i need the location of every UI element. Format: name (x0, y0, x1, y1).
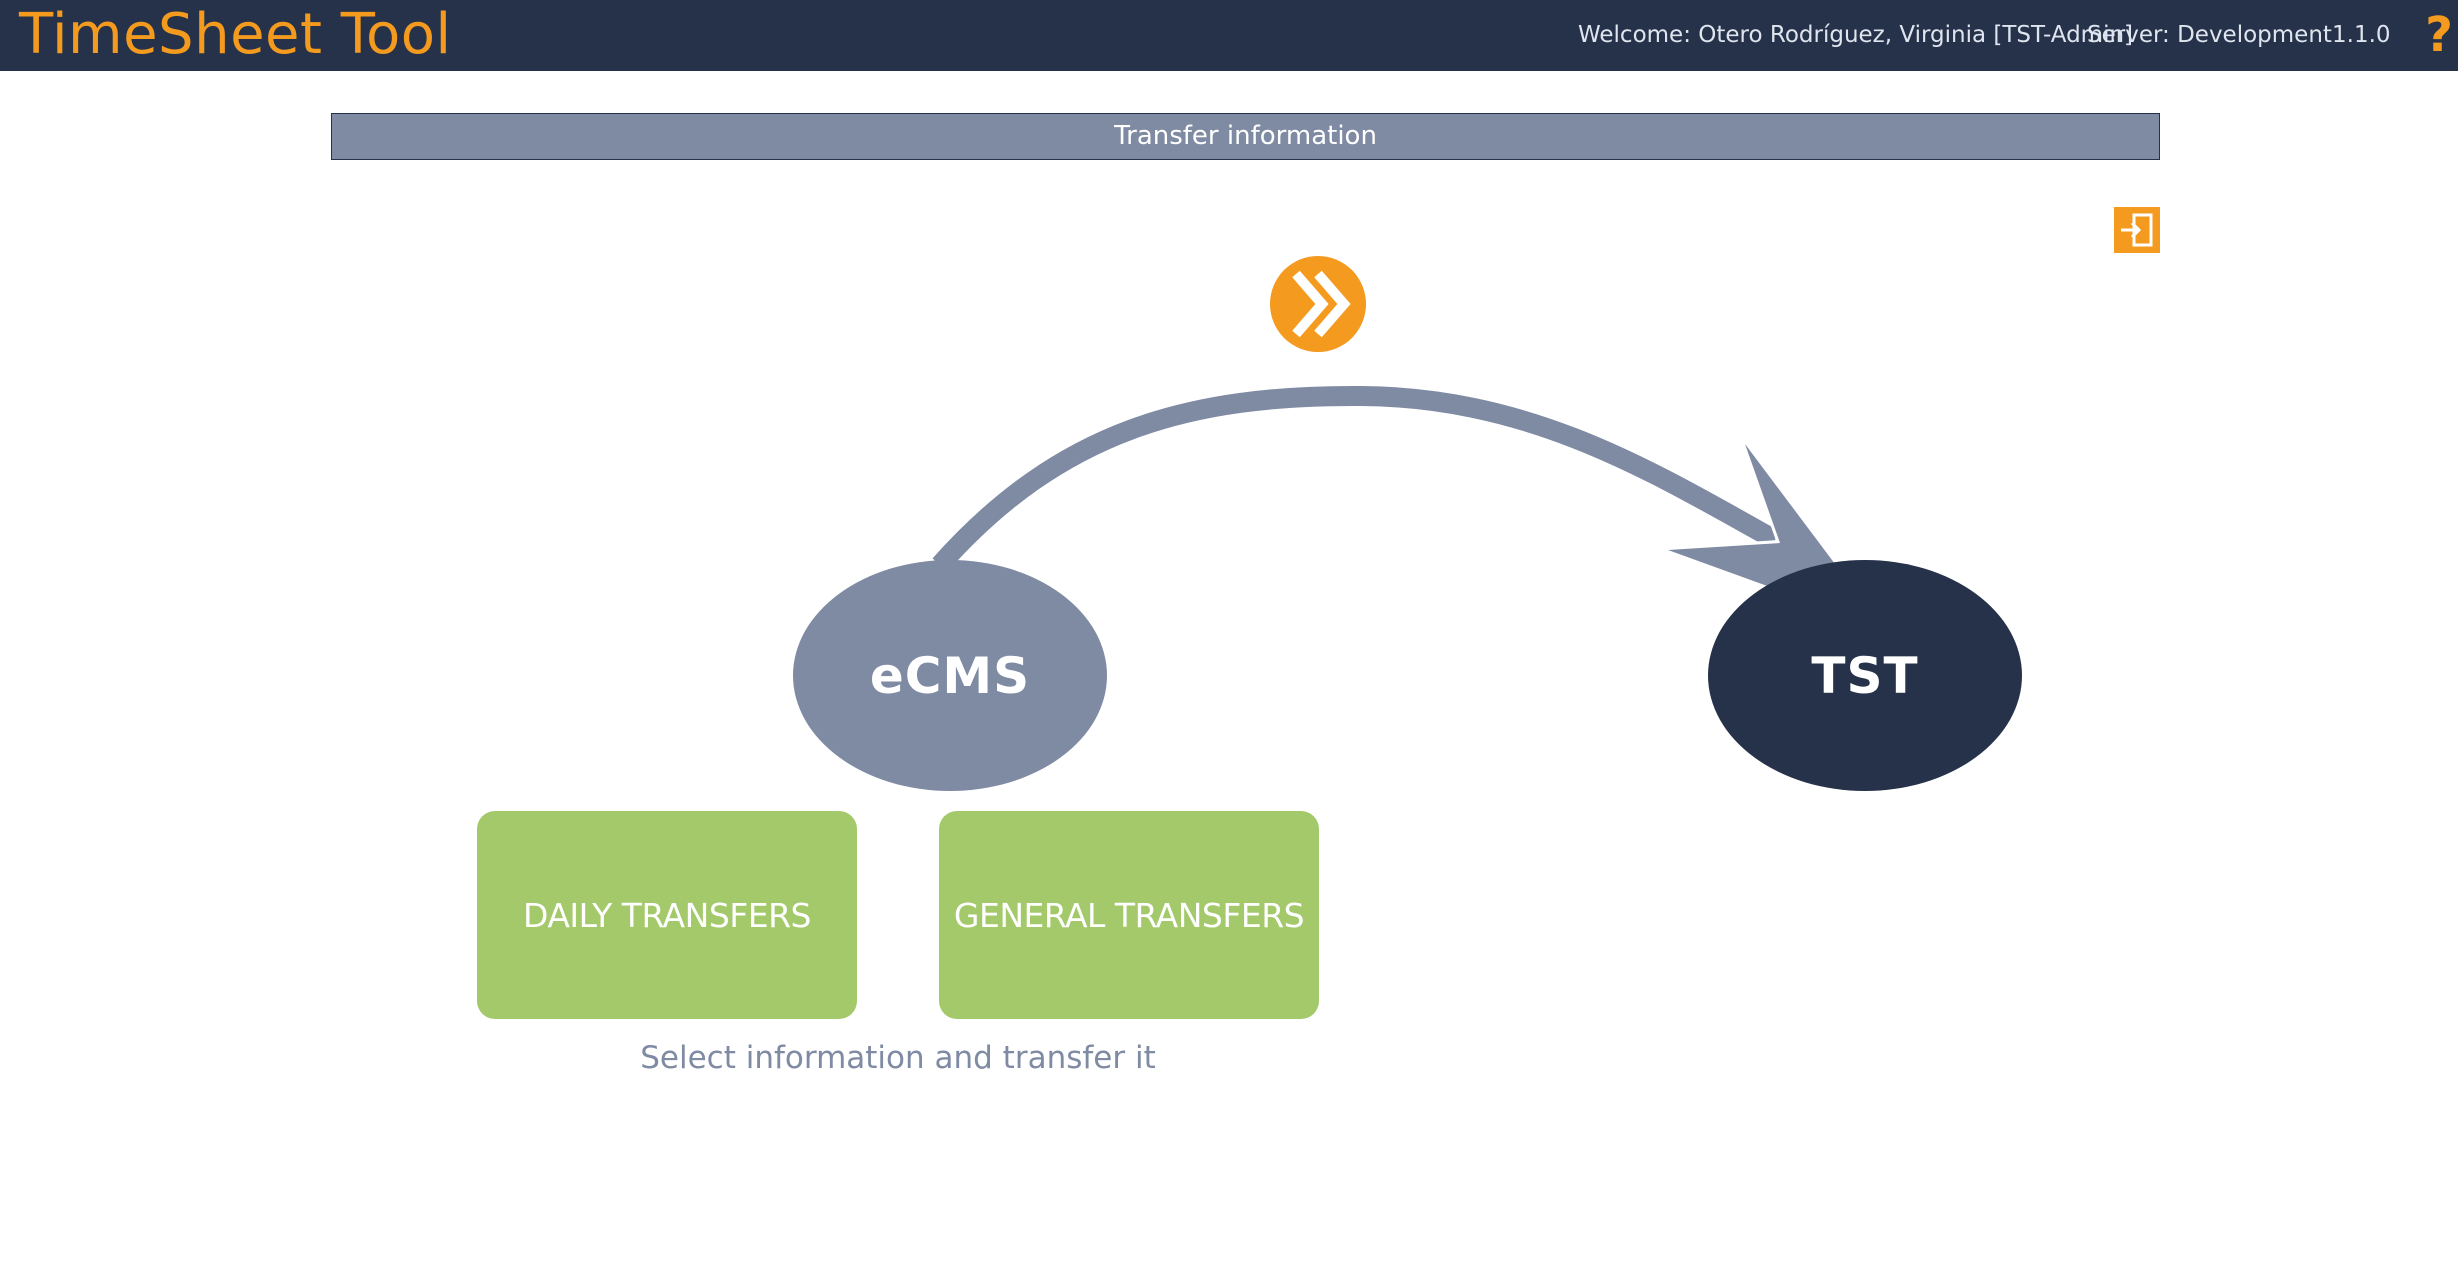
instruction-text: Select information and transfer it (640, 1040, 1156, 1076)
source-node-ecms: eCMS (793, 560, 1107, 791)
general-transfers-button[interactable]: GENERAL TRANSFERS (939, 811, 1319, 1019)
double-chevron-right-icon (1270, 256, 1366, 352)
daily-transfers-button[interactable]: DAILY TRANSFERS (477, 811, 857, 1019)
target-node-tst: TST (1708, 560, 2022, 791)
